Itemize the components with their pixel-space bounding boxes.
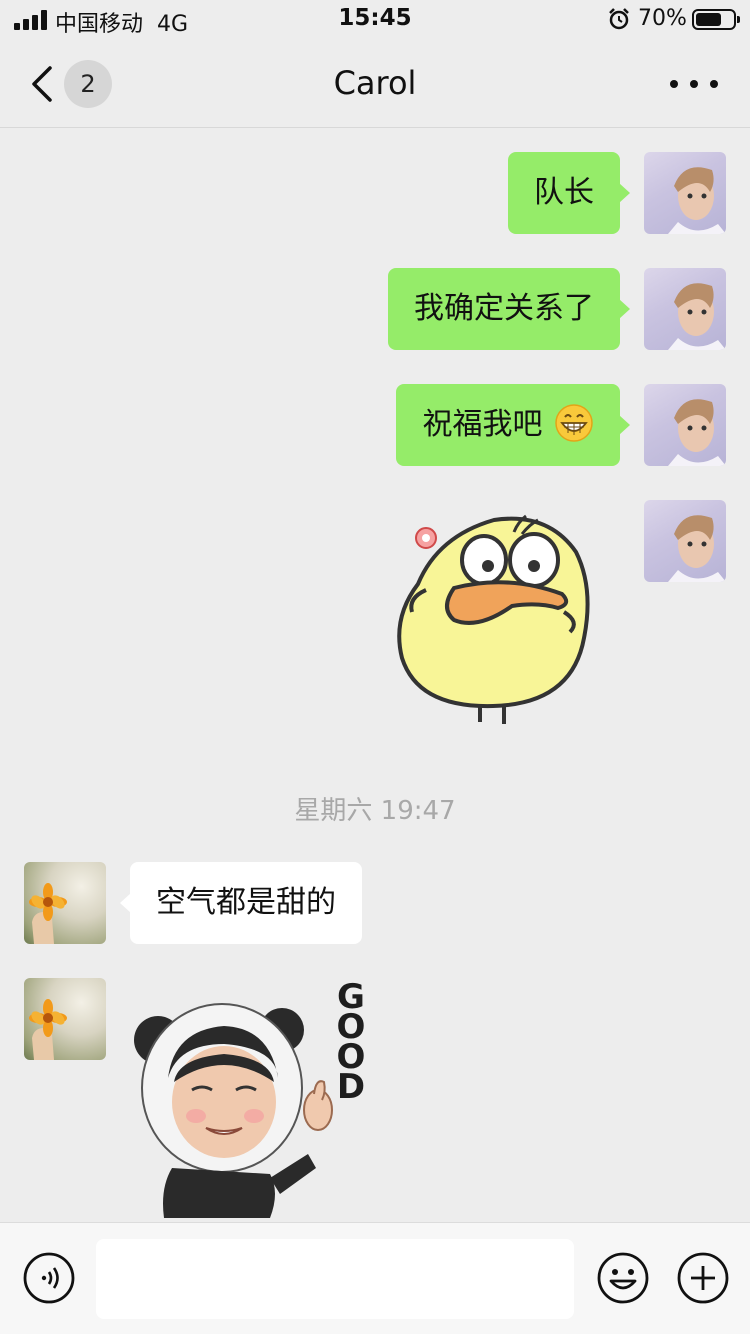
my-avatar[interactable] — [644, 384, 726, 466]
avatar-portrait — [668, 283, 726, 350]
message-input[interactable] — [96, 1239, 574, 1319]
avatar-portrait — [668, 167, 726, 234]
alarm-clock-icon — [609, 8, 629, 30]
avatar-flower — [29, 999, 67, 1060]
my-avatar[interactable] — [644, 500, 726, 582]
grinning-face-icon — [555, 403, 593, 442]
avatar-flower — [29, 883, 67, 944]
sent-message[interactable]: 队长 — [508, 152, 630, 234]
sent-message[interactable]: 祝福我吧 — [396, 384, 630, 466]
contact-avatar[interactable] — [24, 862, 106, 944]
panda-good-sticker[interactable]: GOOD — [130, 978, 380, 1218]
battery-icon — [692, 9, 740, 30]
sticker-caption: GOOD — [336, 977, 366, 1107]
avatar-portrait — [668, 515, 726, 582]
chat-screen: 中国移动 4G 15:45 70% 2 Carol 队长 我确定关系了 祝福我吧… — [0, 0, 750, 1334]
chat-title: Carol — [333, 64, 417, 102]
status-bar: 中国移动 4G 15:45 70% — [0, 0, 750, 40]
plus-circle-icon[interactable] — [676, 1251, 730, 1305]
message-text: 队长 — [534, 175, 594, 210]
nav-bar: 2 Carol — [0, 40, 750, 128]
message-text: 空气都是甜的 — [156, 885, 336, 920]
chat-timestamp: 星期六 19:47 — [294, 796, 456, 826]
my-avatar[interactable] — [644, 152, 726, 234]
input-bar — [0, 1222, 750, 1334]
message-text: 祝福我吧 — [422, 407, 543, 442]
contact-avatar[interactable] — [24, 978, 106, 1060]
received-message[interactable]: 空气都是甜的 — [120, 862, 362, 944]
smiley-icon[interactable] — [596, 1251, 650, 1305]
my-avatar[interactable] — [644, 268, 726, 350]
voice-icon[interactable] — [22, 1251, 76, 1305]
battery-percent: 70% — [638, 6, 687, 31]
ellipsis-icon[interactable] — [670, 76, 718, 92]
sent-message[interactable]: 我确定关系了 — [388, 268, 630, 350]
duck-sticker[interactable] — [388, 508, 598, 730]
battery-fill — [696, 13, 721, 26]
message-text: 我确定关系了 — [414, 291, 594, 326]
avatar-portrait — [668, 399, 726, 466]
